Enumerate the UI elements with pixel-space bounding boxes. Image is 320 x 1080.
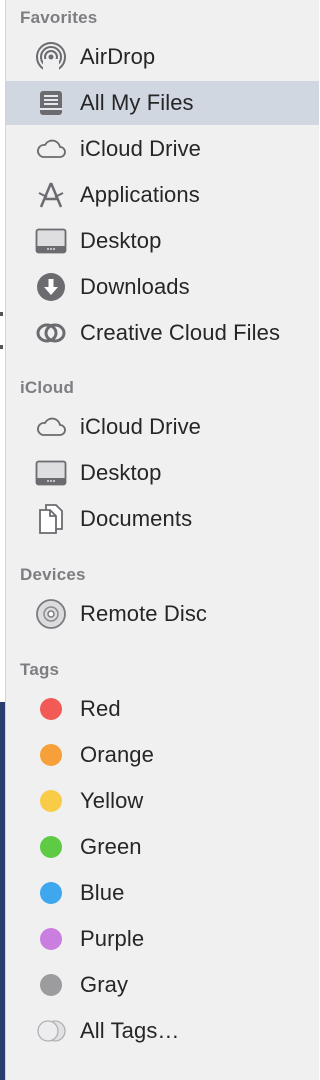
remote-disc-icon [34,597,68,631]
sidebar-item-label: Purple [80,926,145,951]
sidebar-item-icloud-desktop[interactable]: Desktop [6,451,319,495]
sidebar-item-label: Desktop [80,228,162,253]
sidebar-item-tag-yellow[interactable]: Yellow [6,779,319,823]
sidebar-item-label: Orange [80,742,154,767]
sidebar-item-tag-blue[interactable]: Blue [6,871,319,915]
sidebar-item-label: Gray [80,972,129,997]
sidebar-item-label: All My Files [80,90,194,115]
finder-sidebar: Favorites AirDrop All My Files iCloud Dr… [5,0,319,1080]
sidebar-item-downloads[interactable]: Downloads [6,265,319,309]
sidebar-item-label: Red [80,696,121,721]
tag-color-dot [34,830,68,864]
tag-dot-gray [40,974,62,996]
tag-dot-blue [40,882,62,904]
sidebar-item-documents[interactable]: Documents [6,497,319,541]
sidebar-item-label: iCloud Drive [80,136,202,161]
tag-color-dot [34,738,68,772]
sidebar-item-label: Blue [80,880,125,905]
sidebar-item-label: AirDrop [80,44,156,69]
tag-color-dot [34,922,68,956]
sidebar-item-label: iCloud Drive [80,414,202,439]
sidebar-item-label: Green [80,834,142,859]
section-header-favorites: Favorites [20,8,98,27]
sidebar-item-applications[interactable]: Applications [6,173,319,217]
desktop-icon [34,456,68,490]
sidebar-item-remote-disc[interactable]: Remote Disc [6,592,319,636]
tag-color-dot [34,784,68,818]
cloud-icon [34,410,68,444]
sidebar-item-tag-gray[interactable]: Gray [6,963,319,1007]
sidebar-item-label: Remote Disc [80,601,208,626]
cloud-icon [34,132,68,166]
tag-dot-yellow [40,790,62,812]
sidebar-item-label: Downloads [80,274,190,299]
sidebar-item-creative-cloud-files[interactable]: Creative Cloud Files [6,311,319,355]
sidebar-item-airdrop[interactable]: AirDrop [6,35,319,79]
desktop-icon [34,224,68,258]
sidebar-item-label: All Tags… [80,1018,180,1043]
tag-color-dot [34,692,68,726]
section-header-icloud: iCloud [20,378,75,397]
sidebar-item-desktop[interactable]: Desktop [6,219,319,263]
tag-color-dot [34,968,68,1002]
tag-dot-green [40,836,62,858]
documents-icon [34,502,68,536]
tag-dot-purple [40,928,62,950]
sidebar-item-label: Desktop [80,460,162,485]
applications-icon [34,178,68,212]
creative-cloud-icon [34,316,68,350]
background-text-fragment [0,345,3,349]
background-text-fragment [0,312,3,316]
section-header-tags: Tags [20,660,60,679]
all-tags-icon [34,1014,68,1048]
tag-color-dot [34,876,68,910]
sidebar-item-tag-green[interactable]: Green [6,825,319,869]
sidebar-item-tag-purple[interactable]: Purple [6,917,319,961]
all-my-files-icon [34,86,68,120]
sidebar-item-tag-orange[interactable]: Orange [6,733,319,777]
tag-dot-red [40,698,62,720]
sidebar-item-label: Applications [80,182,200,207]
section-header-devices: Devices [20,565,86,584]
sidebar-item-label: Creative Cloud Files [80,320,281,345]
sidebar-item-label: Yellow [80,788,144,813]
downloads-icon [34,270,68,304]
tag-dot-orange [40,744,62,766]
sidebar-item-label: Documents [80,506,193,531]
sidebar-item-icloud-drive[interactable]: iCloud Drive [6,405,319,449]
sidebar-item-all-tags[interactable]: All Tags… [6,1009,319,1053]
sidebar-item-all-my-files[interactable]: All My Files [6,81,319,125]
sidebar-item-icloud-drive[interactable]: iCloud Drive [6,127,319,171]
airdrop-icon [34,40,68,74]
sidebar-item-tag-red[interactable]: Red [6,687,319,731]
